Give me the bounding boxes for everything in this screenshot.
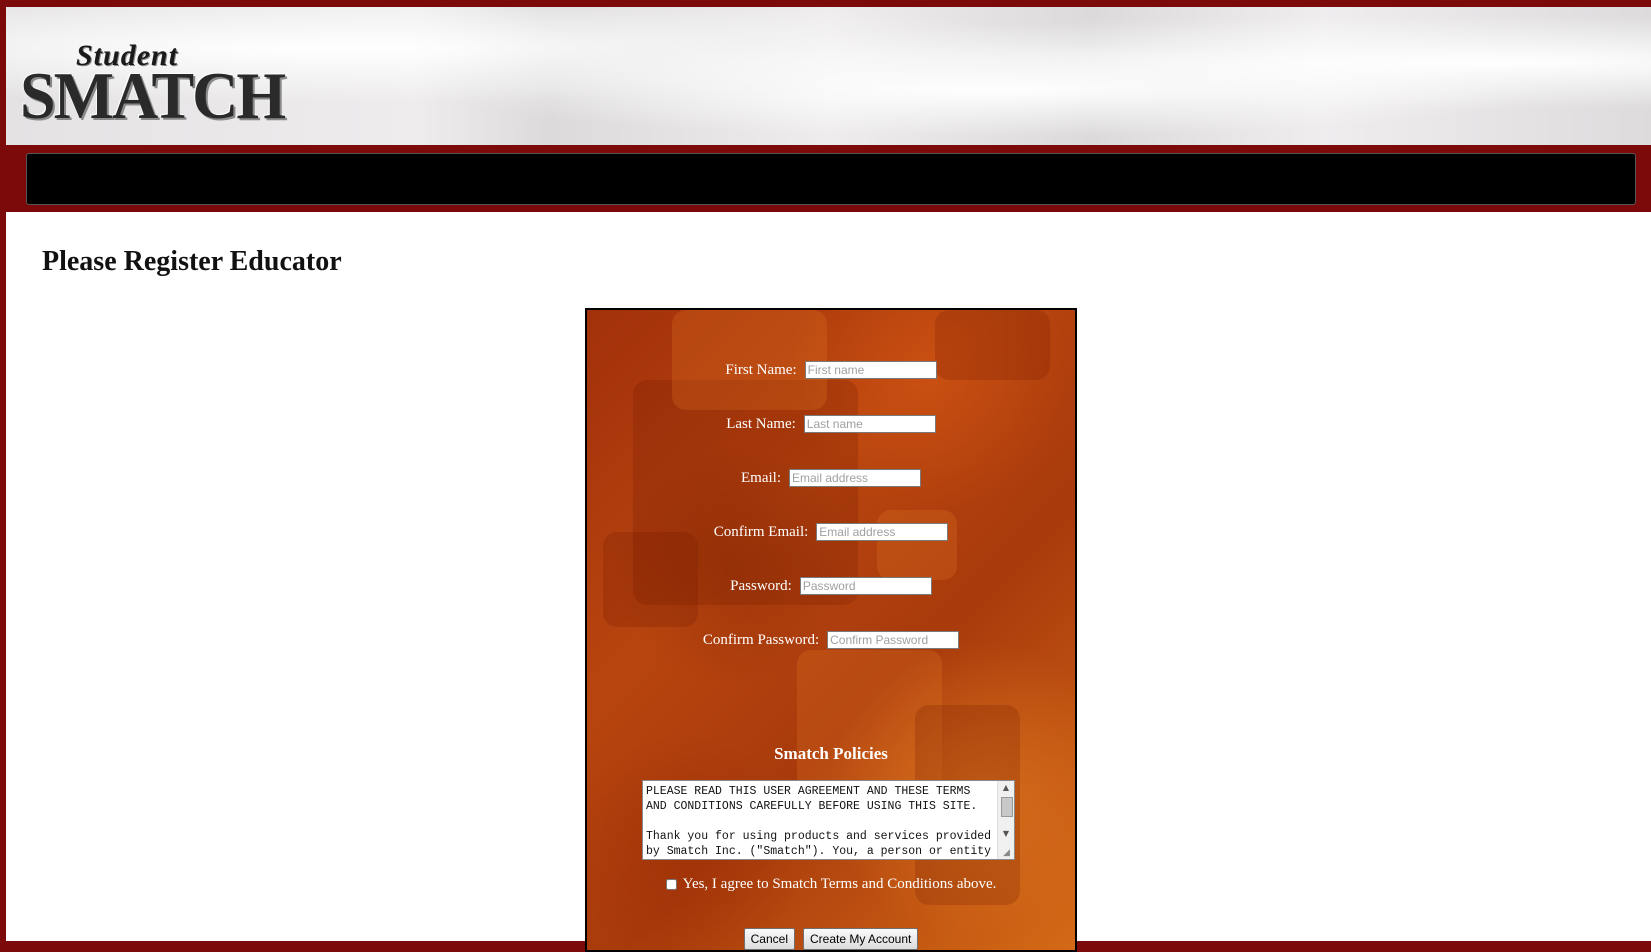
password-label: Password: <box>730 577 792 594</box>
cancel-button[interactable]: Cancel <box>743 928 795 950</box>
confirm-password-input[interactable] <box>827 631 960 649</box>
logo-smatch-text: SMATCH <box>20 58 286 133</box>
confirm-email-row: Confirm Email: <box>587 520 1075 544</box>
email-row: Email: <box>587 466 1075 490</box>
main-content: Please Register Educator First Name: Las… <box>6 212 1651 952</box>
site-header: Student SMATCH <box>6 7 1651 145</box>
last-name-row: Last Name: <box>587 412 1075 436</box>
first-name-label: First Name: <box>725 361 797 378</box>
registration-form: First Name: Last Name: Email: Confirm Em… <box>585 308 1077 952</box>
scroll-thumb[interactable] <box>1001 797 1013 817</box>
page-title: Please Register Educator <box>42 246 342 277</box>
first-name-input[interactable] <box>804 361 937 379</box>
create-account-button[interactable]: Create My Account <box>802 928 919 950</box>
resize-grip-icon[interactable]: ◢ <box>1003 848 1013 858</box>
first-name-row: First Name: <box>587 358 1075 382</box>
confirm-email-label: Confirm Email: <box>713 523 809 540</box>
confirm-password-row: Confirm Password: <box>587 628 1075 652</box>
scroll-down-arrow-icon[interactable]: ▼ <box>998 827 1014 841</box>
terms-textarea[interactable]: PLEASE READ THIS USER AGREEMENT AND THES… <box>642 780 1015 860</box>
policies-heading: Smatch Policies <box>774 744 888 763</box>
agree-checkbox[interactable] <box>665 879 677 890</box>
scroll-up-arrow-icon[interactable]: ▲ <box>998 781 1014 795</box>
confirm-password-label: Confirm Password: <box>702 631 820 648</box>
agree-label: Yes, I agree to Smatch Terms and Conditi… <box>682 876 997 892</box>
email-input[interactable] <box>789 469 921 487</box>
confirm-email-input[interactable] <box>816 523 949 541</box>
last-name-label: Last Name: <box>726 415 796 432</box>
password-input[interactable] <box>799 577 932 595</box>
email-label: Email: <box>741 469 781 486</box>
site-logo[interactable]: Student SMATCH <box>14 11 286 143</box>
agree-row: Yes, I agree to Smatch Terms and Conditi… <box>587 876 1075 893</box>
form-buttons: Cancel Create My Account <box>587 928 1075 950</box>
top-navbar <box>26 153 1636 205</box>
terms-text: PLEASE READ THIS USER AGREEMENT AND THES… <box>646 785 992 858</box>
last-name-input[interactable] <box>803 415 936 433</box>
password-row: Password: <box>587 574 1075 598</box>
